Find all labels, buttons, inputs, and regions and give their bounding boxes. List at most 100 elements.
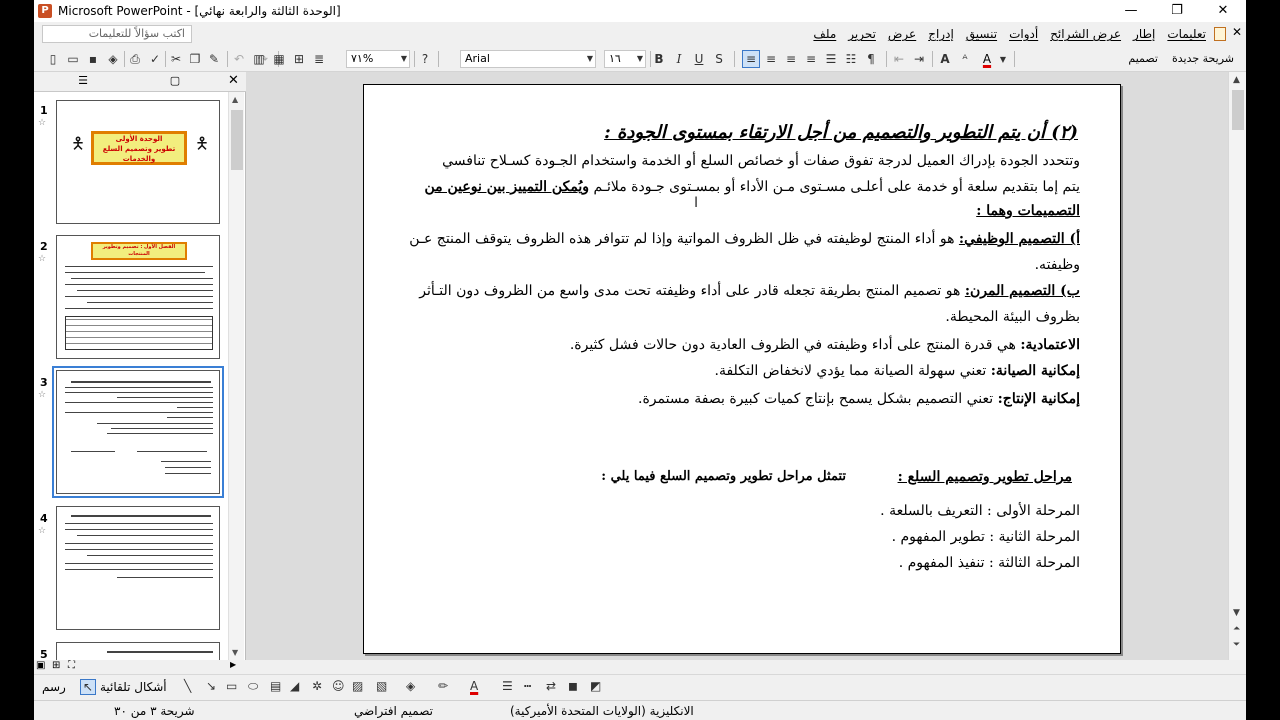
paragraph-line[interactable]: وتتحدد الجودة بإدراك العميل لدرجة تفوق ص… [442,151,1080,171]
underline-button[interactable]: U [690,50,708,68]
definition-reliability[interactable]: الاعتمادية: هي قدرة المنتج على أداء وظيف… [570,335,1080,355]
design-button[interactable]: تصميم [1092,50,1158,68]
insert-chart-icon[interactable]: ▥ [250,50,268,68]
line-color-icon[interactable]: ✏ [438,679,448,693]
menu-insert[interactable]: إدراج [922,27,960,41]
rectangle-tool-icon[interactable]: ▭ [226,679,237,693]
dash-style-icon[interactable]: ┅ [524,679,531,693]
open-folder-icon[interactable]: ▭ [64,50,82,68]
new-slide-button[interactable]: شريحة جديدة [1154,50,1234,68]
align-right-icon[interactable]: ≡ [742,50,760,68]
help-icon[interactable]: ? [416,50,434,68]
arrow-tool-icon[interactable]: ↘ [206,679,216,693]
pane-close-icon[interactable]: ✕ [228,73,239,88]
image-tool-icon[interactable]: ▧ [376,679,387,693]
fill-color-icon[interactable]: ◈ [406,679,415,693]
paragraph-line[interactable]: وظيفته. [1035,255,1080,275]
picture-tool-icon[interactable]: ▨ [352,679,363,693]
scroll-up-icon[interactable]: ▲ [232,95,238,104]
menu-view[interactable]: عرض [882,27,922,41]
stages-intro[interactable]: تتمثل مراحل تطوير وتصميم السلع فيما يلي … [601,467,846,487]
scroll-left-icon[interactable]: ▶ [230,660,236,669]
definition-functional[interactable]: أ) التصميم الوظيفي: هو أداء المنتج لوظيف… [409,229,1080,249]
menu-slideshow[interactable]: عرض الشرائح [1044,27,1127,41]
stage-item[interactable]: المرحلة الثالثة : تنفيذ المفهوم . [899,553,1080,573]
format-painter-icon[interactable]: ✎ [205,50,223,68]
slide-thumbnail-2[interactable]: الفصل الأول : تصميم وتطوير المنتجات [56,235,220,359]
powerpoint-app-icon[interactable]: P [38,4,52,18]
justify-icon[interactable]: ≡ [802,50,820,68]
paragraph-line[interactable]: بظروف البيئة المحيطة. [945,307,1080,327]
restore-button[interactable]: ❐ [1154,0,1200,22]
line-tool-icon[interactable]: ╲ [184,679,191,693]
horizontal-scrollbar[interactable] [246,660,1246,674]
font-select[interactable]: Arial ▼ [460,50,596,68]
slide-heading[interactable]: (٢) أن يتم التطوير والتصميم من أجل الارت… [604,123,1078,143]
line-style-icon[interactable]: ☰ [502,679,513,693]
align-left-icon[interactable]: ≡ [782,50,800,68]
paragraph-line[interactable]: يتم إما بتقديم سلعة أو خدمة على أعلـى مس… [424,177,1080,197]
document-close-button[interactable]: ✕ [1232,25,1242,39]
wordart-tool-icon[interactable]: ◢ [290,679,299,693]
stages-heading[interactable]: مراحل تطوير وتصميم السلع : [898,467,1072,487]
stage-item[interactable]: المرحلة الأولى : التعريف بالسلعة . [880,501,1080,521]
stage-item[interactable]: المرحلة الثانية : تطوير المفهوم . [892,527,1080,547]
menu-help[interactable]: تعليمات [1161,27,1212,41]
print-icon[interactable]: ⎙ [126,50,144,68]
increase-indent-icon[interactable]: ⇥ [910,50,928,68]
new-document-icon[interactable]: ▯ [44,50,62,68]
slideshow-view-icon[interactable]: ⛶ [68,660,75,671]
vertical-scrollbar[interactable]: ▲ ▼ ⏶ ⏷ [1228,72,1246,660]
slide-thumbnail-4[interactable] [56,506,220,630]
scroll-up-icon[interactable]: ▲ [1233,75,1240,85]
textbox-tool-icon[interactable]: ▤ [270,679,281,693]
chevron-down-icon[interactable]: ▼ [994,50,1012,68]
slides-pane-scrollbar[interactable]: ▲ ▼ [228,92,244,660]
scrollbar-thumb[interactable] [231,110,243,170]
drawing-font-color-icon[interactable]: A [470,679,478,693]
expand-all-icon[interactable]: ≣ [310,50,328,68]
definition-producibility[interactable]: إمكانية الإنتاج: تعني التصميم بشكل يسمح … [638,389,1080,409]
align-center-icon[interactable]: ≡ [762,50,780,68]
menu-edit[interactable]: تحرير [842,27,882,41]
numbering-icon[interactable]: ☰ [822,50,840,68]
slide-sorter-icon[interactable]: ⊞ [52,660,60,671]
slides-tab-icon[interactable]: ▢ [166,74,184,90]
cut-icon[interactable]: ✂ [167,50,185,68]
zoom-select[interactable]: ٧١% ▼ [346,50,410,68]
insert-table-icon[interactable]: ▦ [270,50,288,68]
definition-flexible[interactable]: ب) التصميم المرن: هو تصميم المنتج بطريقة… [419,281,1080,301]
spelling-icon[interactable]: ✓ [146,50,164,68]
font-size-select[interactable]: ١٦ ▼ [604,50,646,68]
minimize-button[interactable]: — [1108,0,1154,22]
outline-tab-icon[interactable]: ☰ [74,74,92,90]
scrollbar-thumb[interactable] [1232,90,1244,130]
diagram-tool-icon[interactable]: ✲ [312,679,322,693]
bold-button[interactable]: B [650,50,668,68]
decrease-font-icon[interactable]: ᴬ [956,50,974,68]
shadow-button[interactable]: S [710,50,728,68]
tables-borders-icon[interactable]: ⊞ [290,50,308,68]
ask-question-input[interactable]: اكتب سؤالاً للتعليمات [42,25,192,43]
copy-icon[interactable]: ❐ [186,50,204,68]
normal-view-icon[interactable]: ▣ [36,660,45,671]
decrease-indent-icon[interactable]: ⇤ [890,50,908,68]
menu-tools[interactable]: أدوات [1003,27,1044,41]
menu-window[interactable]: إطار [1127,27,1161,41]
shadow-style-icon[interactable]: ◼ [568,679,578,693]
paragraph-line[interactable]: التصميمات وهما : [976,201,1080,221]
current-slide[interactable]: (٢) أن يتم التطوير والتصميم من أجل الارت… [363,84,1121,654]
scroll-down-icon[interactable]: ▼ [1233,608,1240,618]
slide-thumbnail-5[interactable] [56,642,220,662]
previous-slide-icon[interactable]: ⏶ [1233,624,1240,634]
menu-format[interactable]: تنسيق [960,27,1003,41]
bullets-icon[interactable]: ☷ [842,50,860,68]
permission-icon[interactable]: ◈ [104,50,122,68]
save-icon[interactable]: ▪ [84,50,102,68]
next-slide-icon[interactable]: ⏷ [1233,640,1240,650]
slide-thumbnail-3[interactable] [52,366,224,498]
scroll-down-icon[interactable]: ▼ [232,648,238,657]
autoshapes-menu[interactable]: أشكال تلقائية [100,680,167,694]
select-objects-icon[interactable]: ↖ [80,679,97,695]
close-button[interactable]: ✕ [1200,0,1246,22]
